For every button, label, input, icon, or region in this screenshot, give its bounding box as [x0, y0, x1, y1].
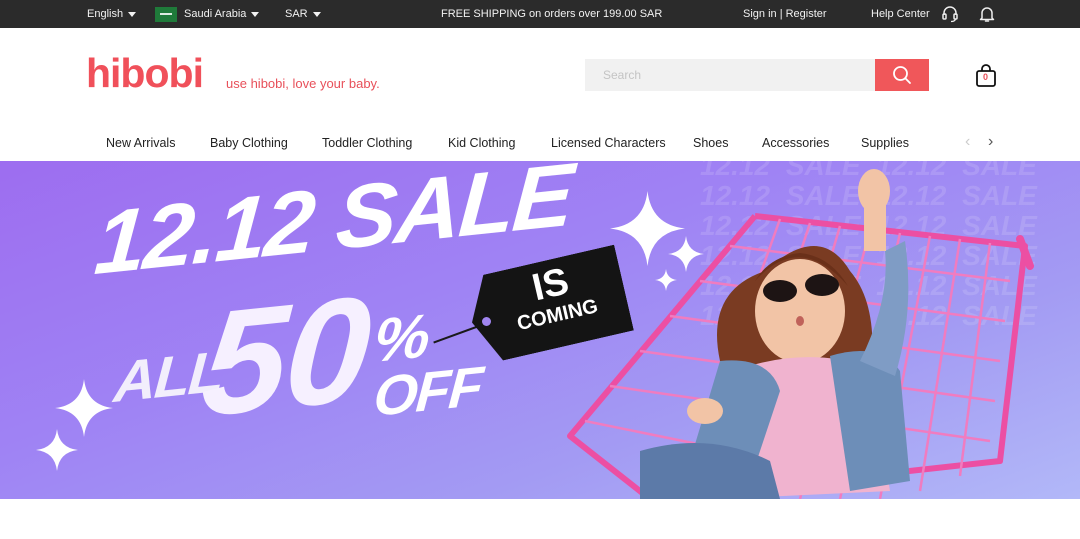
- nav-item-licensed-characters[interactable]: Licensed Characters: [551, 128, 666, 158]
- saudi-flag-icon: [155, 6, 177, 22]
- nav-item-accessories[interactable]: Accessories: [762, 128, 829, 158]
- chevron-down-icon: [251, 11, 260, 17]
- search-button[interactable]: [875, 59, 929, 91]
- promo-banner[interactable]: 12.12 SALE 12.12 SALE 12.12 SALE 12.12 S…: [0, 161, 1080, 499]
- chevron-down-icon: [312, 11, 321, 17]
- banner-off-text: OFF: [371, 354, 484, 428]
- nav-item-supplies[interactable]: Supplies: [861, 128, 909, 158]
- currency-label: SAR: [285, 8, 308, 20]
- nav-item-baby-clothing[interactable]: Baby Clothing: [210, 128, 288, 158]
- search-icon: [893, 66, 911, 84]
- sparkle-icon: [668, 236, 704, 272]
- help-center-link[interactable]: Help Center: [871, 0, 930, 28]
- nav-item-new-arrivals[interactable]: New Arrivals: [106, 128, 175, 158]
- site-slogan: use hibobi, love your baby.: [226, 76, 380, 91]
- sparkle-icon: [655, 269, 677, 291]
- site-logo[interactable]: hibobi: [86, 50, 204, 96]
- search-input[interactable]: [585, 59, 876, 91]
- country-selector[interactable]: Saudi Arabia: [155, 0, 260, 28]
- currency-selector[interactable]: SAR: [285, 0, 321, 28]
- language-selector[interactable]: English: [87, 0, 137, 28]
- page-content-area: [0, 499, 1080, 539]
- language-label: English: [87, 8, 124, 20]
- nav-item-shoes[interactable]: Shoes: [693, 128, 728, 158]
- nav-item-toddler-clothing[interactable]: Toddler Clothing: [322, 128, 412, 158]
- headset-icon[interactable]: [941, 5, 959, 23]
- bell-icon[interactable]: [978, 5, 996, 23]
- chevron-down-icon: [128, 11, 137, 17]
- sparkle-icon: [36, 429, 78, 471]
- category-nav: New Arrivals Baby Clothing Toddler Cloth…: [0, 128, 1080, 158]
- tag-hole: [482, 317, 491, 326]
- shipping-notice: FREE SHIPPING on orders over 199.00 SAR: [441, 8, 663, 20]
- cart-button[interactable]: 0: [974, 64, 998, 88]
- country-label: Saudi Arabia: [184, 8, 247, 20]
- banner-fifty-text: 50: [197, 263, 375, 448]
- cart-count: 0: [983, 72, 989, 82]
- nav-item-kid-clothing[interactable]: Kid Clothing: [448, 128, 515, 158]
- nav-next-arrow-icon[interactable]: ›: [988, 134, 993, 150]
- top-bar: English Saudi Arabia SAR FREE SHIPPING o…: [0, 0, 1080, 28]
- sign-in-link[interactable]: Sign in | Register: [743, 0, 827, 28]
- nav-prev-arrow-icon[interactable]: ‹: [965, 134, 970, 150]
